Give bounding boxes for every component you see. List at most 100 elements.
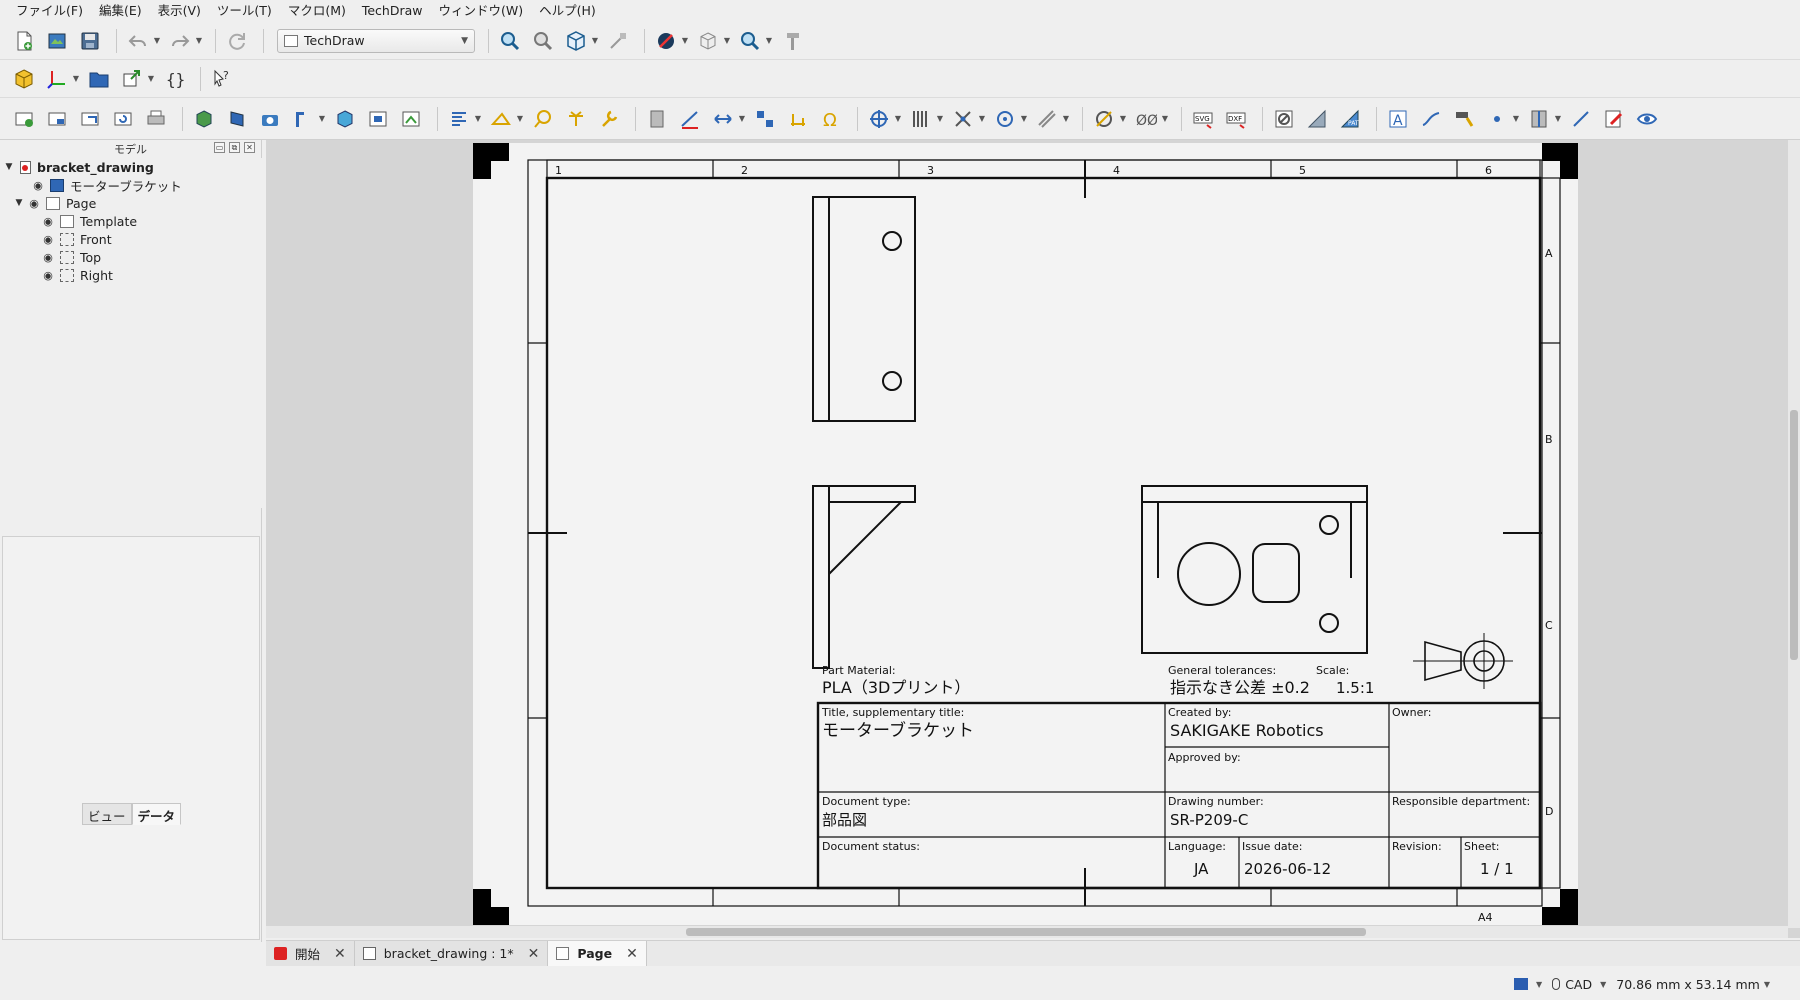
cosmetic-vertex-button[interactable] [949,105,977,133]
tab-data[interactable]: データ [131,803,182,825]
bounding-box-dropdown-arrow[interactable]: ▼ [722,27,732,55]
insert-default-page-button[interactable] [10,105,38,133]
tab-bracket-drawing[interactable]: bracket_drawing : 1* ✕ [354,941,549,966]
redraw-page-button[interactable] [76,105,104,133]
whats-this-button[interactable]: ? [208,65,236,93]
centerline-button[interactable] [865,105,893,133]
cosmetic-line-button[interactable] [1033,105,1061,133]
diameter-symbol-dropdown-arrow[interactable]: ▼ [1118,105,1128,133]
chevron-down-icon[interactable]: ▼ [1600,980,1606,989]
horizontal-dimension-button[interactable] [709,105,737,133]
new-document-button[interactable] [10,27,38,55]
export-svg-button[interactable]: SVG [1189,105,1217,133]
menu-macro[interactable]: マクロ(M) [280,0,354,22]
draw-style-button[interactable] [652,27,680,55]
vertex-button[interactable] [1483,105,1511,133]
annotation-dropdown-arrow[interactable]: ▼ [473,105,483,133]
menu-window[interactable]: ウィンドウ(W) [431,0,532,22]
close-icon[interactable]: ✕ [528,946,540,962]
property-panel[interactable] [2,536,260,940]
tree-item-template[interactable]: ◉ Template [0,212,262,230]
toggle-frames-button[interactable] [1270,105,1298,133]
insert-balloon-button[interactable] [529,105,557,133]
leader-line-button[interactable] [1417,105,1445,133]
eye-icon[interactable]: ◉ [40,215,56,228]
insert-clip-button[interactable] [256,105,284,133]
tools-button[interactable] [595,105,623,133]
tab-view[interactable]: ビュー [82,803,132,825]
insert-view-button[interactable] [190,105,218,133]
redo-dropdown-arrow[interactable]: ▼ [194,27,204,55]
dimension-button[interactable] [643,105,671,133]
tree-item-top[interactable]: ◉ Top [0,248,262,266]
scrollbar-thumb[interactable] [686,928,1366,936]
fit-selection-button[interactable] [529,27,557,55]
zoom-button[interactable] [736,27,764,55]
horizontal-scrollbar[interactable] [266,926,1788,938]
workbench-selector[interactable]: TechDraw ▼ [277,28,475,53]
hatch-button[interactable] [907,105,935,133]
group-button[interactable] [85,65,113,93]
leader-dropdown-arrow[interactable]: ▼ [515,105,525,133]
length-dimension-button[interactable] [676,105,704,133]
menu-view[interactable]: 表示(V) [150,0,209,22]
rich-text-annotation-button[interactable]: A [1384,105,1412,133]
coordinate-system-button[interactable] [43,65,71,93]
cosmetic-circle-dropdown-arrow[interactable]: ▼ [1019,105,1029,133]
chevron-down-icon[interactable]: ▼ [2,162,16,172]
chevron-down-icon[interactable]: ▼ [1536,980,1542,989]
menu-file[interactable]: ファイル(F) [8,0,91,22]
menu-tools[interactable]: ツール(T) [209,0,280,22]
whats-this-tool-button[interactable] [778,27,806,55]
part-button[interactable] [10,65,38,93]
insert-annotation-button[interactable] [445,105,473,133]
insert-detail-view-button[interactable] [364,105,392,133]
eye-icon[interactable]: ◉ [30,179,46,192]
open-document-button[interactable] [43,27,71,55]
undo-button[interactable] [124,27,152,55]
eye-icon[interactable]: ◉ [26,197,42,210]
tree-item-right[interactable]: ◉ Right [0,266,262,284]
close-icon[interactable]: ✕ [626,946,638,962]
image-hatch-button[interactable]: PAT [1336,105,1364,133]
chain-dimension-button[interactable] [784,105,812,133]
coordinate-system-dropdown-arrow[interactable]: ▼ [71,65,81,93]
eye-icon[interactable]: ◉ [40,233,56,246]
tree-item-page[interactable]: ▼ ◉ Page [0,194,262,212]
recompute-page-button[interactable] [109,105,137,133]
chevron-down-icon[interactable]: ▼ [12,198,26,208]
tree-item-document[interactable]: ▼ bracket_drawing [0,158,262,176]
edit-style-button[interactable] [1600,105,1628,133]
draw-style-dropdown-arrow[interactable]: ▼ [680,27,690,55]
section-line-button[interactable] [1525,105,1553,133]
vertex-dropdown-arrow[interactable]: ▼ [1511,105,1521,133]
refresh-button[interactable] [223,27,251,55]
eye-icon[interactable]: ◉ [40,269,56,282]
surface-finish-button[interactable] [1450,105,1478,133]
tolerance-button[interactable]: ØØ [1132,105,1160,133]
collapse-icon[interactable]: ▭ [214,142,225,153]
menu-techdraw[interactable]: TechDraw [354,0,431,22]
print-all-pages-button[interactable] [142,105,170,133]
insert-draft-view-button[interactable] [397,105,425,133]
insert-weld-button[interactable] [562,105,590,133]
centerline-dropdown-arrow[interactable]: ▼ [893,105,903,133]
insert-section-view-button[interactable] [331,105,359,133]
section-line-dropdown-arrow[interactable]: ▼ [1553,105,1563,133]
standard-views-dropdown-arrow[interactable]: ▼ [590,27,600,55]
insert-active-view-button[interactable] [223,105,251,133]
draw-line-button[interactable] [1567,105,1595,133]
vertical-scrollbar[interactable] [1788,140,1800,928]
fit-all-button[interactable] [496,27,524,55]
menu-help[interactable]: ヘルプ(H) [531,0,604,22]
float-icon[interactable]: ⧉ [229,142,240,153]
hatch-dropdown-arrow[interactable]: ▼ [935,105,945,133]
measure-button[interactable] [604,27,632,55]
link-dropdown-arrow[interactable]: ▼ [146,65,156,93]
save-document-button[interactable] [76,27,104,55]
chevron-down-icon[interactable]: ▼ [1764,980,1770,989]
close-icon[interactable]: ✕ [334,946,346,962]
geometric-hatch-button[interactable] [1303,105,1331,133]
standard-views-button[interactable] [562,27,590,55]
menu-edit[interactable]: 編集(E) [91,0,150,22]
